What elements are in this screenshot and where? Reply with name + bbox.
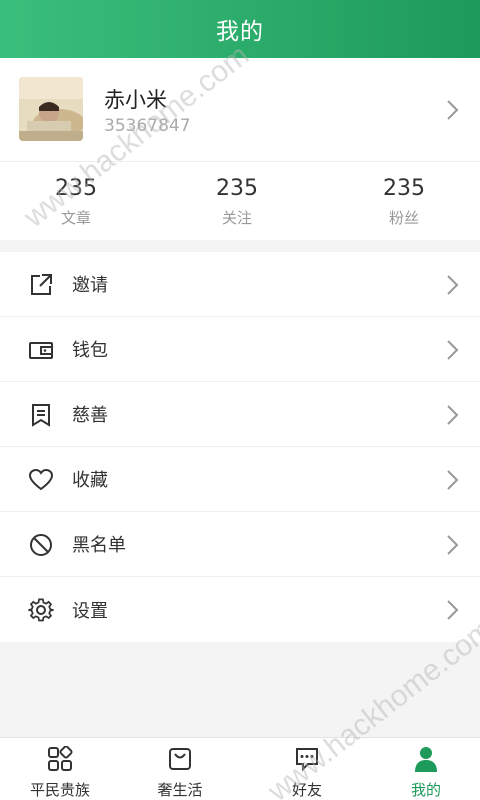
stat-label: 关注: [221, 209, 252, 227]
stat-following[interactable]: 235 关注: [177, 176, 297, 228]
menu-label: 黑名单: [72, 535, 126, 556]
menu-item-wallet[interactable]: 钱包: [0, 317, 480, 382]
chevron-right-icon: [447, 405, 459, 425]
menu-label: 设置: [72, 600, 108, 622]
tab-luxury-life[interactable]: 奢生活: [120, 738, 240, 800]
stat-label: 文章: [60, 209, 91, 227]
chevron-right-icon: [447, 470, 459, 490]
menu-label: 慈善: [72, 405, 108, 426]
stat-followers[interactable]: 235 粉丝: [344, 176, 464, 228]
profile-card[interactable]: 赤小米 35367847: [0, 58, 480, 162]
menu-item-settings[interactable]: 设置: [0, 577, 480, 642]
stat-value: 235: [55, 176, 97, 201]
tab-friends[interactable]: 好友: [247, 738, 367, 800]
avatar[interactable]: [19, 77, 83, 141]
page-title: 我的: [216, 19, 264, 45]
chat-icon: [296, 748, 318, 772]
block-icon: [30, 534, 52, 556]
bag-icon: [169, 748, 191, 770]
chevron-right-icon: [447, 100, 459, 120]
heart-icon: [28, 468, 54, 491]
menu-item-invite[interactable]: 邀请: [0, 252, 480, 317]
settings-menu: 邀请 钱包 慈善 收藏 黑名单 设置: [0, 252, 480, 642]
stat-label: 粉丝: [388, 209, 419, 227]
menu-item-favorites[interactable]: 收藏: [0, 447, 480, 512]
menu-label: 钱包: [72, 340, 108, 361]
stat-articles[interactable]: 235 文章: [16, 176, 136, 228]
stat-value: 235: [383, 176, 425, 201]
menu-label: 邀请: [72, 275, 108, 296]
stats-row: 235 文章 235 关注 235 粉丝: [0, 162, 480, 240]
chevron-right-icon: [447, 600, 459, 620]
app-header: 我的: [0, 0, 480, 58]
stat-value: 235: [216, 176, 258, 201]
menu-item-charity[interactable]: 慈善: [0, 382, 480, 447]
tab-mine[interactable]: 我的: [366, 738, 480, 800]
bottom-tab-bar: 平民贵族 奢生活 好友 我的: [0, 737, 480, 800]
share-icon: [31, 274, 52, 295]
tab-label: 平民贵族: [29, 781, 90, 799]
tab-label: 好友: [291, 781, 322, 799]
tab-commoner-noble[interactable]: 平民贵族: [0, 738, 120, 800]
menu-item-blacklist[interactable]: 黑名单: [0, 512, 480, 577]
tab-label: 我的: [410, 781, 441, 799]
profile-id: 35367847: [104, 116, 191, 136]
bookmark-icon: [32, 404, 50, 427]
gear-icon: [28, 598, 54, 622]
wallet-icon: [29, 342, 53, 359]
chevron-right-icon: [447, 535, 459, 555]
profile-name: 赤小米: [104, 88, 167, 112]
chevron-right-icon: [447, 340, 459, 360]
chevron-right-icon: [447, 275, 459, 295]
tab-label: 奢生活: [157, 781, 203, 799]
grid-icon: [48, 746, 73, 771]
menu-label: 收藏: [72, 470, 108, 491]
person-icon: [415, 747, 437, 772]
